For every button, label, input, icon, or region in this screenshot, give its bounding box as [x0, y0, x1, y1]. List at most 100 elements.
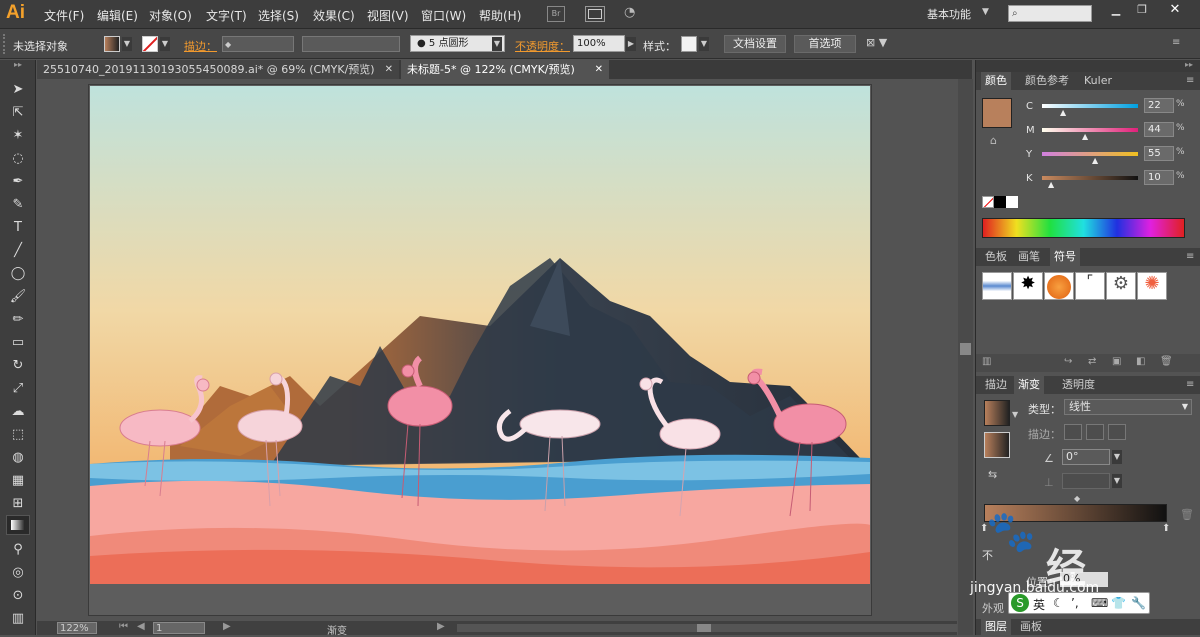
channel-y-value[interactable]: 55: [1144, 146, 1174, 161]
aspect-dropdown[interactable]: ▼: [1112, 474, 1122, 488]
search-input[interactable]: ⌕: [1008, 5, 1092, 22]
panel-menu-icon[interactable]: ≡: [1186, 251, 1194, 262]
style-dropdown[interactable]: ▼: [699, 37, 709, 51]
stroke-along-icon[interactable]: [1086, 424, 1104, 440]
status-menu-icon[interactable]: ▶: [437, 621, 445, 632]
blend-tool-icon[interactable]: ◎: [6, 563, 30, 583]
selection-tool-icon[interactable]: ➤: [6, 80, 30, 100]
symbol-options-icon[interactable]: ▣: [1112, 356, 1121, 367]
menu-edit[interactable]: 编辑(E): [97, 7, 138, 24]
slider-handle-icon[interactable]: ▲: [1092, 156, 1098, 165]
zoom-field[interactable]: 122%: [57, 622, 97, 634]
menu-window[interactable]: 窗口(W): [421, 7, 466, 24]
tab-gradient[interactable]: 渐变: [1014, 376, 1044, 394]
close-icon[interactable]: ✕: [1160, 2, 1190, 20]
preferences-button[interactable]: 首选项: [794, 35, 856, 53]
tab-kuler[interactable]: Kuler: [1080, 72, 1116, 90]
horizontal-scrollbar[interactable]: [457, 624, 957, 632]
prev-page-icon[interactable]: ◀: [137, 621, 145, 632]
restore-icon[interactable]: ❐: [1132, 3, 1152, 19]
channel-k-value[interactable]: 10: [1144, 170, 1174, 185]
bridge-icon[interactable]: Br: [547, 6, 565, 22]
fill-color-swatch[interactable]: [982, 98, 1012, 128]
tab-brushes[interactable]: 画笔: [1014, 248, 1044, 266]
warp-tool-icon[interactable]: ☁: [6, 402, 30, 422]
ellipse-tool-icon[interactable]: ◯: [6, 264, 30, 284]
ime-moon-icon[interactable]: ☾: [1053, 596, 1064, 610]
free-transform-tool-icon[interactable]: ⬚: [6, 425, 30, 445]
gradient-type-select[interactable]: 线性 ▼: [1064, 399, 1192, 415]
pen-tool-icon[interactable]: ✒: [6, 172, 30, 192]
color-spectrum[interactable]: [982, 218, 1185, 238]
slider-handle-icon[interactable]: ▲: [1060, 108, 1066, 117]
symbol-frame[interactable]: ⌜: [1075, 272, 1105, 300]
stroke-dropdown[interactable]: ▼: [160, 37, 170, 51]
stroke-label[interactable]: 描边：: [184, 38, 217, 54]
menu-file[interactable]: 文件(F): [44, 7, 84, 24]
panel-menu-icon[interactable]: ≡: [1186, 75, 1194, 86]
ime-tools-icon[interactable]: 🔧: [1131, 596, 1146, 610]
ime-language[interactable]: 英: [1033, 596, 1045, 613]
symbol-ring[interactable]: ⚙: [1106, 272, 1136, 300]
chevron-down-icon[interactable]: ▼: [1012, 410, 1018, 419]
fill-dropdown[interactable]: ▼: [122, 37, 132, 51]
opacity-arrow[interactable]: ▶: [626, 37, 636, 51]
type-tool-icon[interactable]: T: [6, 218, 30, 238]
reverse-gradient-icon[interactable]: ⇆: [988, 468, 997, 481]
tab-symbols[interactable]: 符号: [1050, 248, 1080, 266]
menu-type[interactable]: 文字(T): [206, 7, 247, 24]
channel-c-value[interactable]: 22: [1144, 98, 1174, 113]
ime-skin-icon[interactable]: 👕: [1111, 596, 1126, 610]
channel-y-slider[interactable]: [1042, 152, 1138, 156]
ime-keyboard-icon[interactable]: ⌨: [1091, 596, 1108, 610]
menu-select[interactable]: 选择(S): [258, 7, 299, 24]
vertical-scrollbar[interactable]: [958, 79, 973, 635]
pencil-tool-icon[interactable]: ✏: [6, 310, 30, 330]
next-page-icon[interactable]: ▶: [223, 621, 231, 632]
lasso-tool-icon[interactable]: ◌: [6, 149, 30, 169]
gpu-performance-icon[interactable]: ◔: [624, 5, 644, 23]
tab-transparency[interactable]: 透明度: [1058, 376, 1099, 394]
shape-builder-tool-icon[interactable]: ◍: [6, 448, 30, 468]
magic-wand-tool-icon[interactable]: ✶: [6, 126, 30, 146]
place-symbol-icon[interactable]: ↪: [1064, 356, 1072, 367]
channel-m-slider[interactable]: [1042, 128, 1138, 132]
channel-k-slider[interactable]: [1042, 176, 1138, 180]
variable-width-profile[interactable]: [302, 36, 400, 52]
scale-tool-icon[interactable]: ⤢: [6, 379, 30, 399]
workspace-switcher[interactable]: 基本功能: [927, 6, 971, 22]
aspect-ratio-input[interactable]: [1062, 473, 1110, 489]
tab-color-guide[interactable]: 颜色参考: [1021, 72, 1073, 90]
fill-stroke-proxy[interactable]: [984, 432, 1010, 458]
stroke-weight-field[interactable]: ◆: [222, 36, 294, 52]
tab-document-2[interactable]: 未标题-5* @ 122% (CMYK/预览) ✕: [401, 60, 609, 79]
brush-definition[interactable]: ● 5 点圆形: [410, 35, 505, 52]
tab-document-1[interactable]: 25510740_20191130193055450089.ai* @ 69% …: [37, 60, 399, 79]
out-of-gamut-icon[interactable]: ⌂: [990, 134, 997, 147]
first-page-icon[interactable]: ⏮: [119, 621, 128, 632]
none-swatch[interactable]: [982, 196, 994, 208]
perspective-grid-tool-icon[interactable]: ▦: [6, 471, 30, 491]
tab-color[interactable]: 颜色: [981, 72, 1011, 90]
angle-input[interactable]: 0°: [1062, 449, 1110, 465]
column-graph-tool-icon[interactable]: ▥: [6, 609, 30, 629]
direct-selection-tool-icon[interactable]: ⇱: [6, 103, 30, 123]
stroke-across-icon[interactable]: [1108, 424, 1126, 440]
ime-toolbar[interactable]: S 英 ☾ ’, ⌨ 👕 🔧: [1008, 592, 1150, 614]
tab-layers[interactable]: 图层: [981, 619, 1011, 635]
rotate-tool-icon[interactable]: ↻: [6, 356, 30, 376]
minimize-icon[interactable]: ▁: [1106, 3, 1126, 19]
line-tool-icon[interactable]: ╱: [6, 241, 30, 261]
symbol-ink-splat[interactable]: ✸: [1013, 272, 1043, 300]
stroke-swatch[interactable]: [142, 36, 158, 52]
scrollbar-thumb[interactable]: [960, 343, 971, 355]
mesh-tool-icon[interactable]: ⊞: [6, 494, 30, 514]
panel-menu-icon[interactable]: ≡: [1172, 37, 1180, 48]
menu-view[interactable]: 视图(V): [367, 7, 409, 24]
gradient-thumbnail[interactable]: [984, 400, 1010, 426]
slider-handle-icon[interactable]: ▲: [1048, 180, 1054, 189]
symbol-orange-button[interactable]: [1044, 272, 1074, 300]
collapse-icon[interactable]: ▸▸: [6, 60, 30, 69]
symbol-sprayer-tool-icon[interactable]: ⊙: [6, 586, 30, 606]
opacity-input[interactable]: 100%: [573, 35, 625, 52]
